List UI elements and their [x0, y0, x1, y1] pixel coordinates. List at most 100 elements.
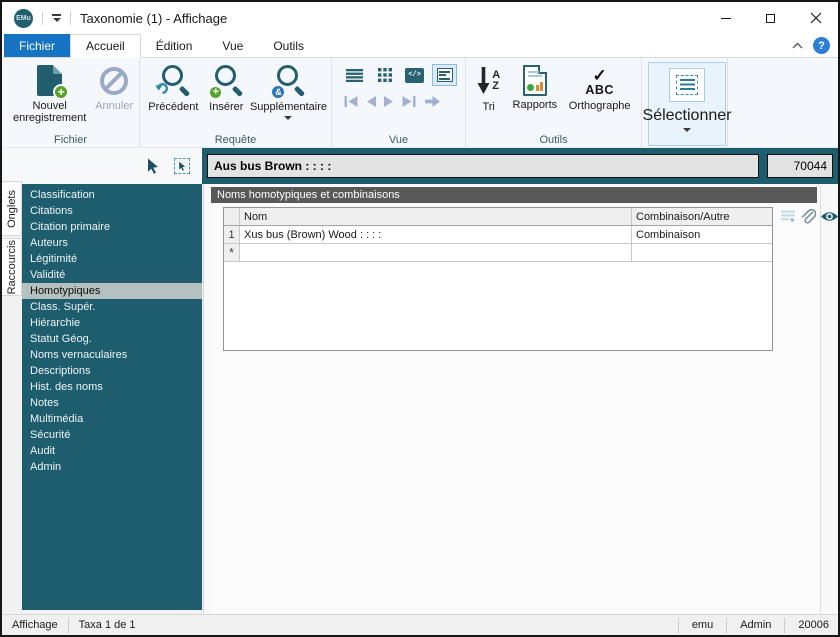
sidebar-item-audit[interactable]: Audit: [22, 443, 202, 459]
panel-header: Noms homotypiques et combinaisons: [211, 187, 817, 203]
status-mode: Affichage: [2, 617, 69, 633]
titlebar-separator: [42, 11, 43, 25]
sort-az-icon: AZ: [477, 64, 500, 98]
supplementary-query-button[interactable]: & Supplémentaire: [250, 60, 327, 120]
tab-list-sidebar: Classification Citations Citation primai…: [22, 184, 202, 610]
reports-icon: [522, 65, 547, 96]
reports-button[interactable]: Rapports: [507, 60, 562, 111]
maximize-button[interactable]: [748, 2, 793, 34]
sidebar-item-legitimite[interactable]: Légitimité: [22, 251, 202, 267]
ribbon-group-outils: AZ Tri Rapports ✓ ABC Orthographe Outils: [466, 58, 642, 147]
titlebar-separator: [70, 11, 71, 25]
sidebar-item-securite[interactable]: Sécurité: [22, 427, 202, 443]
cell-combinaison[interactable]: Combinaison: [632, 226, 772, 243]
lookup-list-icon[interactable]: [781, 210, 795, 224]
arrow-cursor-icon: [178, 161, 185, 171]
ribbon: + Nouvel enregistrement Annuler Fichier …: [2, 58, 838, 148]
group-label-outils: Outils: [539, 134, 568, 146]
close-button[interactable]: [793, 2, 838, 34]
previous-query-button[interactable]: Précédent: [144, 60, 203, 113]
attachment-icon[interactable]: [799, 208, 816, 225]
cancel-button[interactable]: Annuler: [93, 60, 135, 112]
tab-edition[interactable]: Édition: [141, 34, 208, 57]
column-header-combinaison[interactable]: Combinaison/Autre: [632, 208, 772, 225]
title-bar: EMu Taxonomie (1) - Affichage: [2, 2, 838, 34]
side-tab-onglets[interactable]: Onglets: [2, 181, 22, 236]
sidebar-item-citation-primaire[interactable]: Citation primaire: [22, 219, 202, 235]
side-tab-raccourcis[interactable]: Raccourcis: [2, 238, 22, 296]
ribbon-tab-strip: Fichier Accueil Édition Vue Outils ?: [2, 34, 838, 58]
new-row-marker[interactable]: *: [224, 244, 240, 261]
insert-query-button[interactable]: + Insérer: [203, 60, 250, 113]
quick-access-dropdown-icon[interactable]: [52, 14, 61, 22]
previous-record-icon[interactable]: [363, 95, 378, 108]
arrow-cursor-icon[interactable]: [146, 158, 161, 175]
cell-combinaison-empty[interactable]: [632, 244, 772, 261]
details-view-icon: [436, 68, 453, 82]
row-number-cell[interactable]: 1: [224, 226, 240, 243]
column-header-nom[interactable]: Nom: [240, 208, 632, 225]
ribbon-group-vue: </> Vue: [332, 58, 466, 147]
sidebar-item-citations[interactable]: Citations: [22, 203, 202, 219]
sidebar-item-notes[interactable]: Notes: [22, 395, 202, 411]
goto-record-icon[interactable]: [424, 95, 441, 108]
sidebar-item-homotypiques[interactable]: Homotypiques: [22, 283, 202, 299]
select-mode-icon[interactable]: [174, 158, 190, 174]
app-window: EMu Taxonomie (1) - Affichage Fichier Ac…: [0, 0, 840, 637]
emu-logo-icon[interactable]: EMu: [14, 8, 33, 28]
sidebar-item-hierarchie[interactable]: Hiérarchie: [22, 315, 202, 331]
view-details-button[interactable]: [432, 64, 457, 86]
new-record-icon: +: [37, 65, 70, 100]
view-grid-button[interactable]: [372, 64, 397, 86]
tab-vue[interactable]: Vue: [207, 34, 258, 57]
sidebar-item-noms-vernaculaires[interactable]: Noms vernaculaires: [22, 347, 202, 363]
view-list-button[interactable]: [342, 64, 367, 86]
sidebar-item-statut-geog[interactable]: Statut Géog.: [22, 331, 202, 347]
view-attachments-eye-icon[interactable]: [820, 210, 839, 223]
new-record-button[interactable]: + Nouvel enregistrement: [6, 60, 93, 124]
window-title: Taxonomie (1) - Affichage: [80, 10, 228, 26]
select-button[interactable]: Sélectionner: [643, 62, 731, 146]
help-button[interactable]: ?: [813, 37, 830, 54]
record-name-field[interactable]: Aus bus Brown : : : :: [207, 154, 759, 178]
sidebar-item-multimedia[interactable]: Multimédia: [22, 411, 202, 427]
tab-accueil[interactable]: Accueil: [70, 34, 141, 58]
spellcheck-icon: ✓ ABC: [585, 66, 614, 97]
next-record-icon[interactable]: [382, 95, 397, 108]
sidebar-item-classification[interactable]: Classification: [22, 187, 202, 203]
status-username: emu: [677, 617, 726, 633]
sidebar-item-validite[interactable]: Validité: [22, 267, 202, 283]
ribbon-group-fichier: + Nouvel enregistrement Annuler Fichier: [2, 58, 140, 147]
cell-nom[interactable]: Xus bus (Brown) Wood : : : :: [240, 226, 632, 243]
sidebar-item-hist-des-noms[interactable]: Hist. des noms: [22, 379, 202, 395]
last-record-icon[interactable]: [401, 95, 417, 108]
status-bar: Affichage Taxa 1 de 1 emu Admin 20006: [2, 614, 838, 635]
record-header-bar: Aus bus Brown : : : : 70044: [202, 148, 838, 184]
record-number-field[interactable]: 70044: [767, 154, 833, 178]
minimize-button[interactable]: [703, 2, 748, 34]
maximize-icon: [766, 13, 775, 23]
collapse-ribbon-icon[interactable]: [792, 42, 803, 49]
cell-nom-empty[interactable]: [240, 244, 632, 261]
spelling-button[interactable]: ✓ ABC Orthographe: [562, 60, 637, 112]
code-view-icon: </>: [405, 67, 424, 83]
status-port: 20006: [784, 617, 838, 633]
tab-outils[interactable]: Outils: [258, 34, 319, 57]
sidebar-item-admin[interactable]: Admin: [22, 459, 202, 475]
search-insert-icon: +: [208, 65, 243, 100]
sidebar-item-descriptions[interactable]: Descriptions: [22, 363, 202, 379]
table-header-row: Nom Combinaison/Autre: [224, 208, 772, 226]
body: Onglets Raccourcis Classification Citati…: [2, 181, 838, 614]
sort-button[interactable]: AZ Tri: [470, 60, 507, 113]
main-panel: Noms homotypiques et combinaisons Nom Co…: [203, 184, 838, 614]
search-supplementary-icon: &: [270, 65, 305, 100]
sidebar-item-class-super[interactable]: Class. Supér.: [22, 299, 202, 315]
sidebar-item-auteurs[interactable]: Auteurs: [22, 235, 202, 251]
grid-view-icon: [377, 68, 392, 82]
window-controls: [703, 2, 838, 34]
view-code-button[interactable]: </>: [402, 64, 427, 86]
dropdown-caret-icon: [683, 128, 691, 132]
first-record-icon[interactable]: [343, 95, 359, 108]
minimize-icon: [720, 17, 731, 19]
tab-fichier[interactable]: Fichier: [4, 34, 71, 57]
